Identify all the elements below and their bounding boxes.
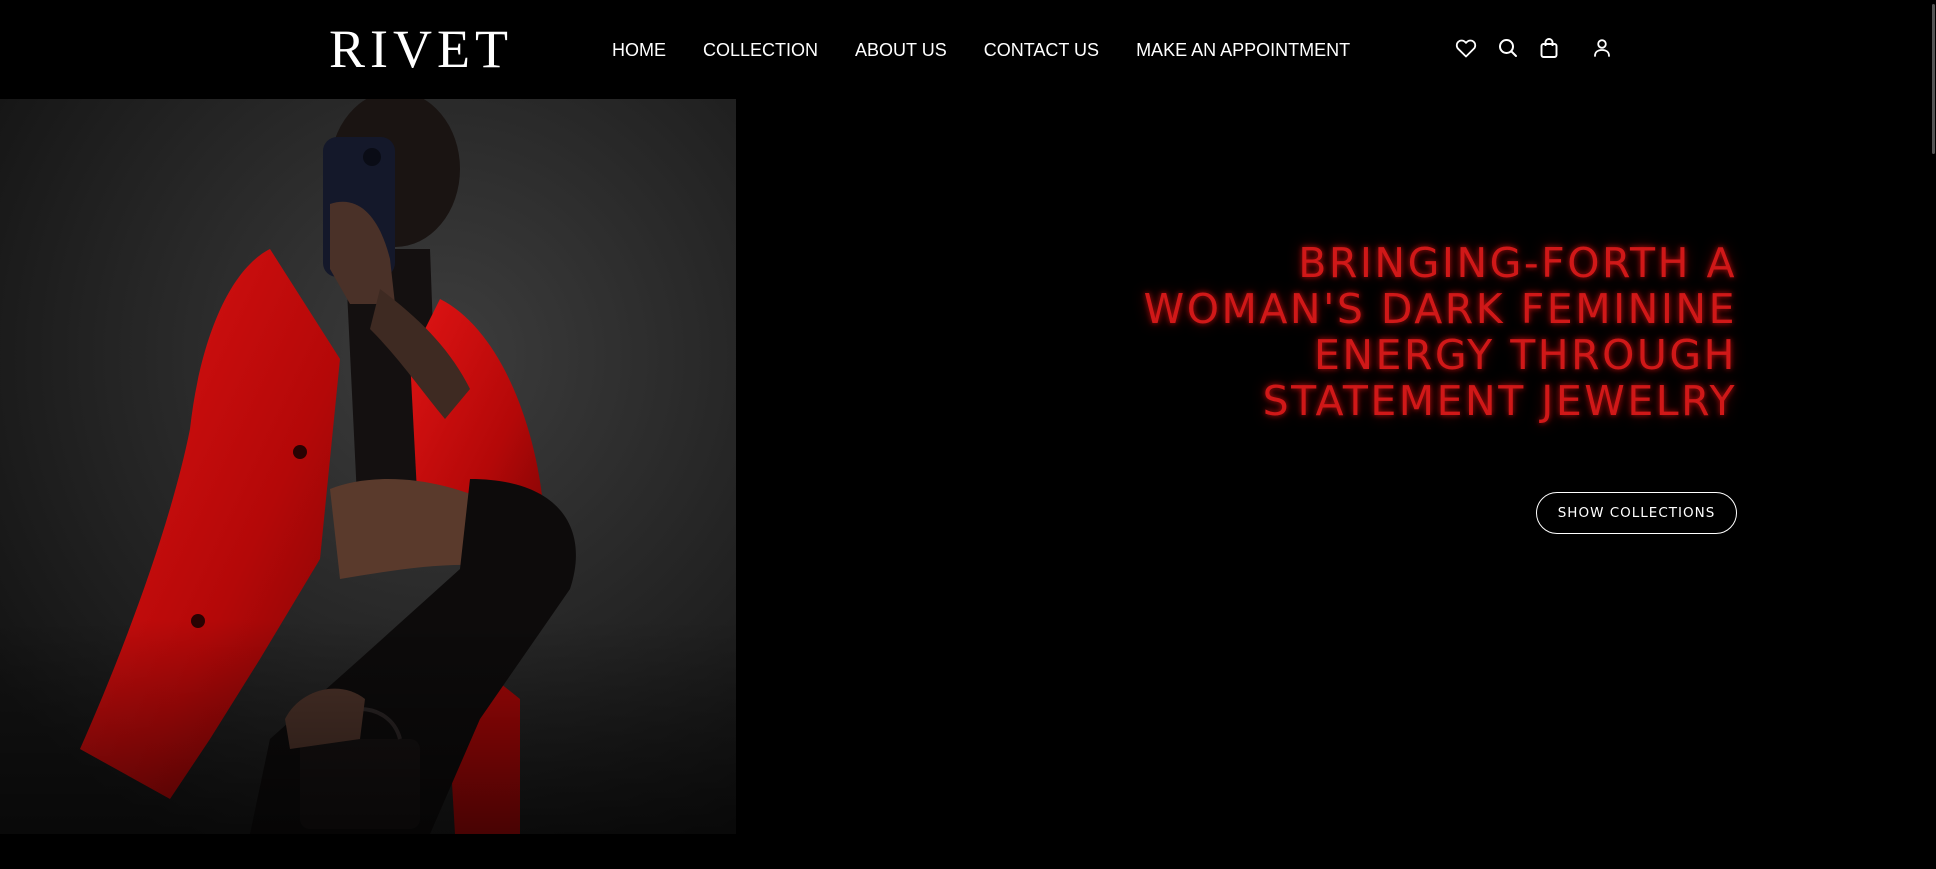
heart-icon[interactable]: [1454, 36, 1478, 60]
hero-headline-line-4: STATEMENT JEWELRY: [1262, 377, 1737, 425]
show-collections-button[interactable]: SHOW COLLECTIONS: [1536, 492, 1737, 534]
nav-make-an-appointment[interactable]: MAKE AN APPOINTMENT: [1136, 37, 1350, 63]
nav-collection[interactable]: COLLECTION: [703, 37, 818, 63]
brand-logo[interactable]: RIVET: [329, 18, 513, 80]
page: RIVET HOME COLLECTION ABOUT US CONTACT U…: [0, 0, 1936, 869]
page-scrollbar[interactable]: [1931, 0, 1936, 869]
hero-headline: BRINGING-FORTH A WOMAN'S DARK FEMININE E…: [1037, 240, 1737, 424]
hero-photo: [0, 99, 736, 834]
search-icon[interactable]: [1496, 36, 1520, 60]
site-header: RIVET HOME COLLECTION ABOUT US CONTACT U…: [0, 0, 1936, 99]
nav-about-us[interactable]: ABOUT US: [855, 37, 947, 63]
main-nav: HOME COLLECTION ABOUT US CONTACT US MAKE…: [612, 37, 1350, 63]
hero-headline-line-1: BRINGING-FORTH A: [1298, 239, 1737, 287]
hero-headline-line-2: WOMAN'S DARK FEMININE: [1143, 285, 1737, 333]
nav-contact-us[interactable]: CONTACT US: [984, 37, 1099, 63]
scrollbar-thumb[interactable]: [1932, 4, 1935, 154]
user-icon[interactable]: [1590, 36, 1614, 60]
shopping-bag-icon[interactable]: [1537, 36, 1561, 60]
hero-headline-line-3: ENERGY THROUGH: [1313, 331, 1737, 379]
nav-home[interactable]: HOME: [612, 37, 666, 63]
